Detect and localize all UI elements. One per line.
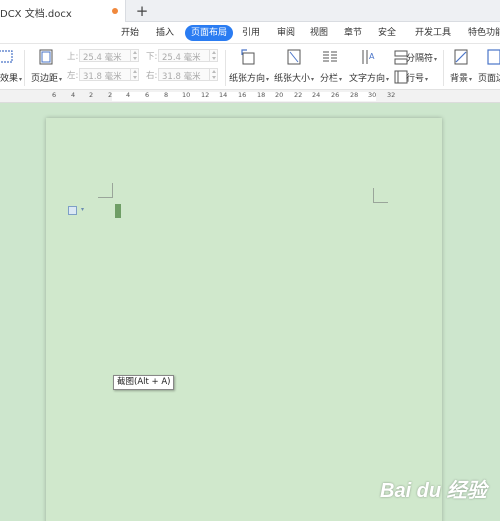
ruler-number: 14 <box>219 91 228 99</box>
margin-top-value: 25.4 毫米 <box>83 53 122 63</box>
paper-size-button[interactable]: 纸张大小▾ <box>274 71 314 84</box>
ribbon-separator <box>225 50 226 86</box>
page-border-icon[interactable] <box>486 49 500 65</box>
columns-icon[interactable] <box>322 49 338 65</box>
menu-section[interactable]: 章节 <box>344 26 362 41</box>
ruler-number: 6 <box>145 91 150 99</box>
text-cursor <box>115 204 121 218</box>
ruler-number: 4 <box>126 91 131 99</box>
effects-icon[interactable] <box>0 49 14 65</box>
breaks-label: 分隔符 <box>406 54 434 64</box>
margin-left-label: 左: <box>67 71 79 81</box>
text-direction-button[interactable]: 文字方向▾ <box>349 71 389 84</box>
ribbon-separator <box>443 50 444 86</box>
breaks-button[interactable]: 分隔符▾ <box>406 51 437 64</box>
ruler-number: 16 <box>238 91 247 99</box>
margins-icon[interactable] <box>38 49 54 65</box>
ruler-number: 26 <box>331 91 340 99</box>
ruler-number: 2 <box>108 91 113 99</box>
margin-corner-top-right <box>373 188 388 203</box>
background-button[interactable]: 背景▾ <box>450 71 472 84</box>
svg-text:A: A <box>369 52 375 61</box>
line-numbers-icon <box>393 69 408 84</box>
margin-right-spinner[interactable] <box>209 69 217 80</box>
ribbon-toolbar: 效果▾ 页边距▾ 上: 25.4 毫米 下: 25.4 毫米 左: 31.8 毫… <box>0 44 500 90</box>
ruler-number: 28 <box>350 91 359 99</box>
baidu-watermark-logo: Bai du 经验 <box>380 462 498 512</box>
ruler-number: 20 <box>275 91 284 99</box>
text-direction-icon[interactable]: A <box>360 49 376 65</box>
margin-left-field[interactable]: 31.8 毫米 <box>79 68 139 82</box>
menu-view[interactable]: 视图 <box>310 26 328 41</box>
chevron-down-icon[interactable]: ▾ <box>81 206 84 213</box>
margin-bottom-field[interactable]: 25.4 毫米 <box>158 49 218 63</box>
menu-bar: 开始 插入 页面布局 引用 审阅 视图 章节 安全 开发工具 特色功能 <box>0 22 500 44</box>
ruler-number: 6 <box>52 91 57 99</box>
orientation-icon[interactable] <box>240 49 256 65</box>
watermark-text: Bai du 经验 <box>380 480 487 502</box>
menu-home[interactable]: 开始 <box>121 26 139 41</box>
ruler-number: 8 <box>164 91 169 99</box>
line-numbers-button[interactable]: 行号▾ <box>406 71 428 84</box>
ruler-number: 22 <box>294 91 303 99</box>
orientation-label: 纸张方向 <box>229 74 266 84</box>
ruler-number: 24 <box>312 91 321 99</box>
screenshot-tooltip: 截图(Alt + A) <box>113 375 175 390</box>
document-tab[interactable]: DCX 文档.docx <box>0 0 126 22</box>
unsaved-dot-icon <box>112 8 118 14</box>
effects-button[interactable]: 效果▾ <box>0 71 22 84</box>
effects-label: 效果 <box>0 74 19 84</box>
margins-button[interactable]: 页边距▾ <box>31 71 62 84</box>
margin-bottom-spinner[interactable] <box>209 50 217 61</box>
margin-right-value: 31.8 毫米 <box>162 72 201 82</box>
menu-special[interactable]: 特色功能 <box>468 26 500 41</box>
paragraph-layout-icon[interactable] <box>68 206 77 215</box>
menu-review[interactable]: 审阅 <box>277 26 295 41</box>
horizontal-ruler[interactable]: 6 4 2 2 4 6 8 10 12 14 16 18 20 22 24 26 28 30 32 <box>0 90 500 103</box>
margin-right-label: 右: <box>146 71 158 81</box>
text-direction-label: 文字方向 <box>349 74 386 84</box>
margin-bottom-value: 25.4 毫米 <box>162 53 201 63</box>
breaks-icon <box>393 49 408 65</box>
ribbon-separator <box>24 50 25 86</box>
ruler-number: 2 <box>89 91 94 99</box>
background-icon[interactable] <box>453 49 469 65</box>
tab-bar: DCX 文档.docx + <box>0 0 500 22</box>
ruler-number: 32 <box>387 91 396 99</box>
new-tab-button[interactable]: + <box>134 1 150 21</box>
document-page[interactable]: ▾ 截图(Alt + A) <box>46 118 442 521</box>
menu-references[interactable]: 引用 <box>242 26 260 41</box>
margin-top-spinner[interactable] <box>130 50 138 61</box>
margin-bottom-label: 下: <box>146 52 158 62</box>
margins-label: 页边距 <box>31 74 59 84</box>
document-tab-title: DCX 文档.docx <box>0 9 72 20</box>
paper-size-label: 纸张大小 <box>274 74 311 84</box>
menu-developer[interactable]: 开发工具 <box>415 26 451 41</box>
margin-right-field[interactable]: 31.8 毫米 <box>158 68 218 82</box>
menu-security[interactable]: 安全 <box>378 26 396 41</box>
columns-button[interactable]: 分栏▾ <box>320 71 342 84</box>
ruler-number: 12 <box>201 91 210 99</box>
page-border-label[interactable]: 页面边 <box>478 71 500 84</box>
document-workspace[interactable]: ▾ 截图(Alt + A) <box>0 103 500 521</box>
ruler-number: 10 <box>182 91 191 99</box>
line-numbers-label: 行号 <box>406 74 425 84</box>
margin-top-field[interactable]: 25.4 毫米 <box>79 49 139 63</box>
paper-size-icon[interactable] <box>286 49 302 65</box>
margin-top-label: 上: <box>67 52 79 62</box>
margin-corner-top-left <box>98 183 113 198</box>
orientation-button[interactable]: 纸张方向▾ <box>229 71 269 84</box>
ruler-number: 18 <box>257 91 266 99</box>
ruler-number: 30 <box>368 91 377 99</box>
background-label: 背景 <box>450 74 469 84</box>
menu-page-layout[interactable]: 页面布局 <box>185 25 234 41</box>
margin-left-spinner[interactable] <box>130 69 138 80</box>
menu-insert[interactable]: 插入 <box>156 26 174 41</box>
margin-left-value: 31.8 毫米 <box>83 72 122 82</box>
columns-label: 分栏 <box>320 74 339 84</box>
ruler-number: 4 <box>71 91 76 99</box>
